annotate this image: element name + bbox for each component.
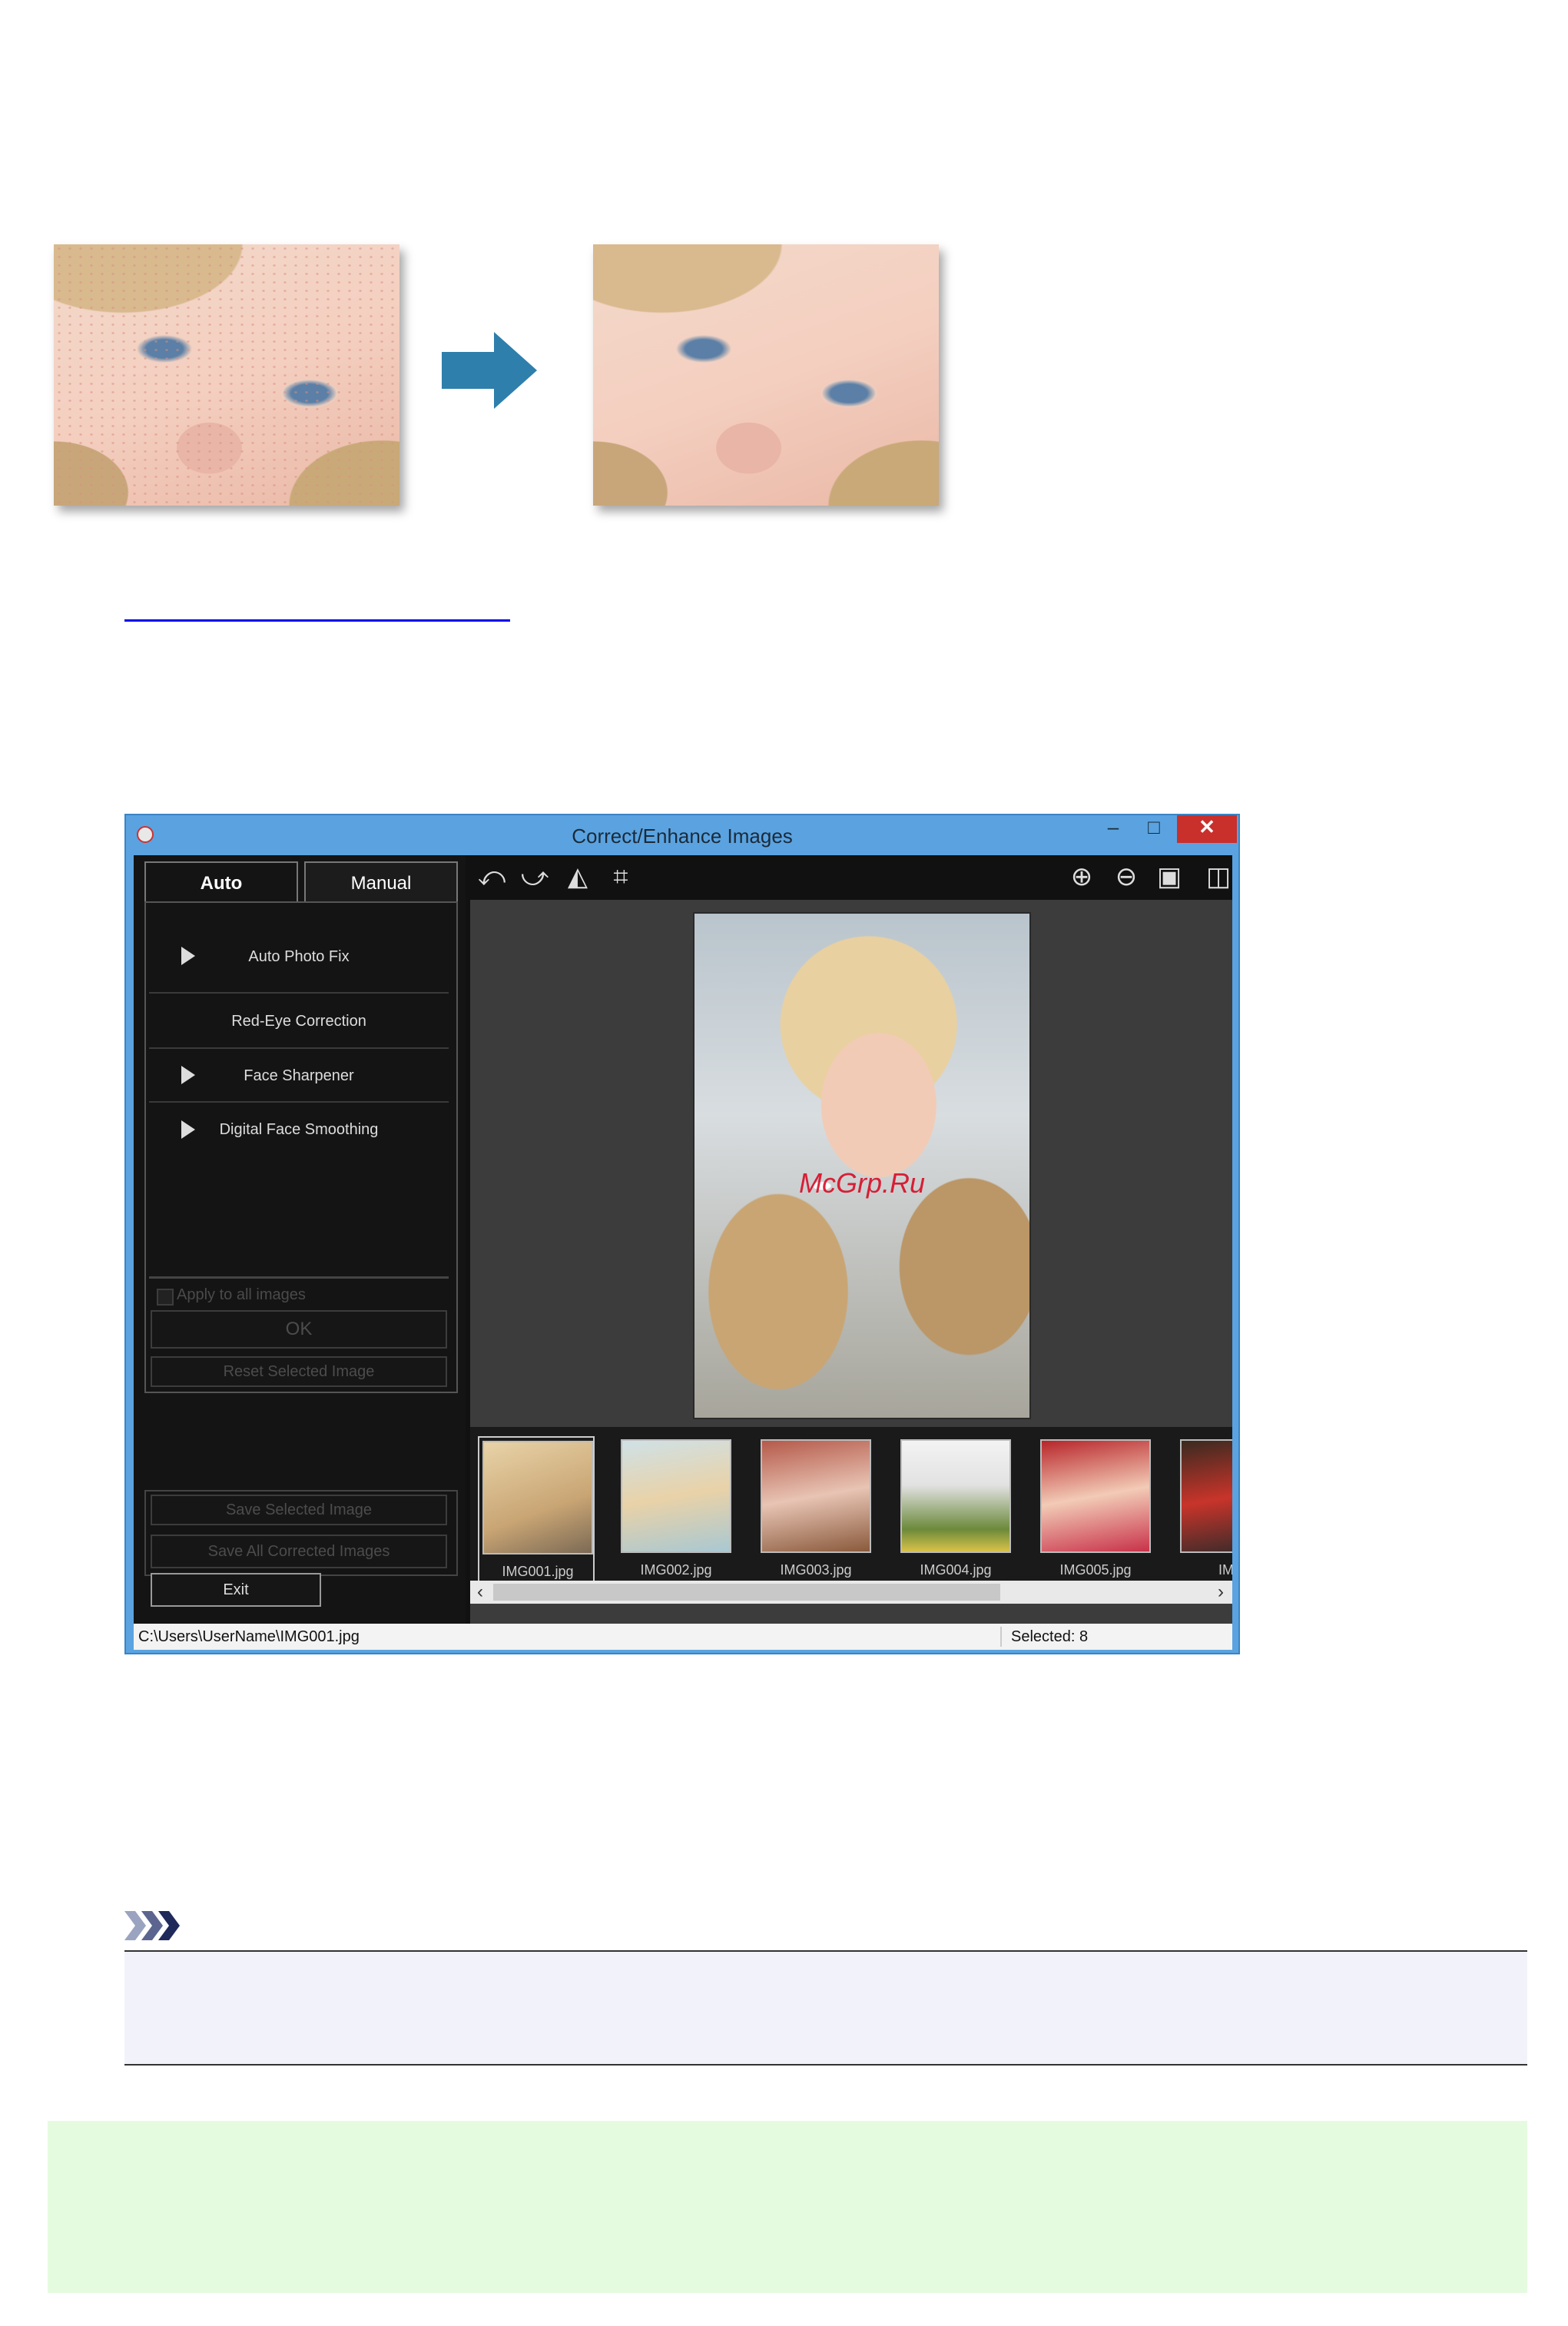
ok-button[interactable]: OK: [151, 1310, 447, 1349]
compare-icon[interactable]: ◫: [1203, 861, 1234, 892]
play-icon: [181, 947, 195, 965]
thumbnail-label: IMG001.jpg: [502, 1564, 574, 1579]
play-icon: [181, 1120, 195, 1139]
thumbnail-img004[interactable]: IMG004.jpg: [897, 1436, 1014, 1581]
digital-face-smoothing-item[interactable]: Digital Face Smoothing: [149, 1103, 449, 1156]
apply-all-checkbox[interactable]: [157, 1289, 174, 1306]
thumbnail-label: IMG002.jpg: [640, 1562, 712, 1578]
panel-divider: [149, 1276, 449, 1279]
zoom-out-icon[interactable]: ⊖: [1111, 861, 1142, 892]
thumbnail-img001[interactable]: IMG001.jpg: [478, 1436, 595, 1581]
zoom-in-icon[interactable]: ⊕: [1066, 861, 1097, 892]
thumbnail-image: [621, 1439, 731, 1553]
save-all-corrected-images-button[interactable]: Save All Corrected Images: [151, 1535, 447, 1568]
status-selected-count: Selected: 8: [1011, 1628, 1089, 1645]
face-sharpener-label: Face Sharpener: [244, 1067, 354, 1084]
scroll-left-icon[interactable]: ‹: [470, 1581, 490, 1604]
scrollbar-thumb[interactable]: [493, 1584, 1000, 1601]
auto-photo-fix-label: Auto Photo Fix: [248, 948, 350, 965]
note-chevrons-icon: [124, 1911, 180, 1940]
status-file-path: C:\Users\UserName\IMG001.jpg: [138, 1628, 360, 1645]
digital-face-smoothing-label: Digital Face Smoothing: [219, 1121, 379, 1138]
thumbnail-image: [900, 1439, 1011, 1553]
window-title: Correct/Enhance Images: [572, 825, 793, 848]
rotate-left-icon[interactable]: ⤺: [476, 861, 507, 892]
thumbnail-label: IMG0: [1218, 1562, 1232, 1578]
status-divider: [1000, 1627, 1002, 1647]
thumbnail-img006[interactable]: IMG0: [1177, 1436, 1232, 1581]
thumbnail-label: IMG004.jpg: [920, 1562, 992, 1578]
tip-box: [48, 2121, 1527, 2293]
fit-window-icon[interactable]: ▣: [1154, 861, 1185, 892]
correct-enhance-window: Correct/Enhance Images – □ ✕ Auto Manual…: [124, 814, 1240, 1654]
title-bar: Correct/Enhance Images – □ ✕: [126, 815, 1238, 855]
exit-button[interactable]: Exit: [151, 1573, 321, 1607]
before-face-image: [54, 244, 399, 506]
thumbnail-label: IMG005.jpg: [1059, 1562, 1132, 1578]
close-button[interactable]: ✕: [1177, 815, 1237, 843]
scroll-right-icon[interactable]: ›: [1211, 1581, 1231, 1604]
note-box: [124, 1950, 1527, 2066]
apply-all-label: Apply to all images: [177, 1286, 306, 1303]
crop-icon[interactable]: ⌗: [605, 861, 636, 892]
red-eye-correction-label: Red-Eye Correction: [231, 1013, 366, 1030]
toolbar: ⤺ ⤻ ◭ ⌗ ⊕ ⊖ ▣ ◫: [470, 855, 1232, 900]
thumbnail-image: [1180, 1439, 1232, 1553]
minimize-button[interactable]: –: [1094, 815, 1132, 843]
status-bar: C:\Users\UserName\IMG001.jpg Selected: 8: [134, 1624, 1232, 1650]
flip-icon[interactable]: ◭: [562, 861, 593, 892]
thumbnail-label: IMG003.jpg: [780, 1562, 852, 1578]
watermark-text: McGrp.Ru: [798, 1167, 926, 1199]
save-selected-image-button[interactable]: Save Selected Image: [151, 1495, 447, 1525]
maximize-button[interactable]: □: [1132, 815, 1175, 843]
window-client: Auto Manual Auto Photo Fix Red-Eye Corre…: [134, 855, 1232, 1624]
after-face-image: [593, 244, 939, 506]
tab-auto[interactable]: Auto: [144, 861, 298, 903]
rotate-right-icon[interactable]: ⤻: [519, 861, 550, 892]
preview-image: McGrp.Ru: [693, 912, 1031, 1419]
auto-photo-fix-item[interactable]: Auto Photo Fix: [149, 920, 449, 994]
left-panel: Auto Manual Auto Photo Fix Red-Eye Corre…: [134, 855, 466, 1624]
red-eye-correction-item[interactable]: Red-Eye Correction: [149, 994, 449, 1049]
thumbnail-img003[interactable]: IMG003.jpg: [757, 1436, 874, 1581]
thumbnail-img005[interactable]: IMG005.jpg: [1037, 1436, 1154, 1581]
play-icon: [181, 1066, 195, 1084]
link-underline[interactable]: [124, 619, 510, 622]
preview-area: ⤺ ⤻ ◭ ⌗ ⊕ ⊖ ▣ ◫ McGrp.Ru IMG001.jpg IMG0…: [470, 855, 1232, 1624]
thumbnail-image: [482, 1441, 593, 1555]
thumbnail-image: [761, 1439, 871, 1553]
thumbnail-strip: IMG001.jpg IMG002.jpg IMG003.jpg IMG004.…: [470, 1427, 1232, 1581]
reset-selected-image-button[interactable]: Reset Selected Image: [151, 1356, 447, 1387]
thumbnail-image: [1040, 1439, 1151, 1553]
thumbnail-scrollbar[interactable]: ‹ ›: [470, 1581, 1232, 1604]
thumbnail-img002[interactable]: IMG002.jpg: [618, 1436, 734, 1581]
tab-manual[interactable]: Manual: [304, 861, 458, 903]
face-sharpener-item[interactable]: Face Sharpener: [149, 1049, 449, 1103]
